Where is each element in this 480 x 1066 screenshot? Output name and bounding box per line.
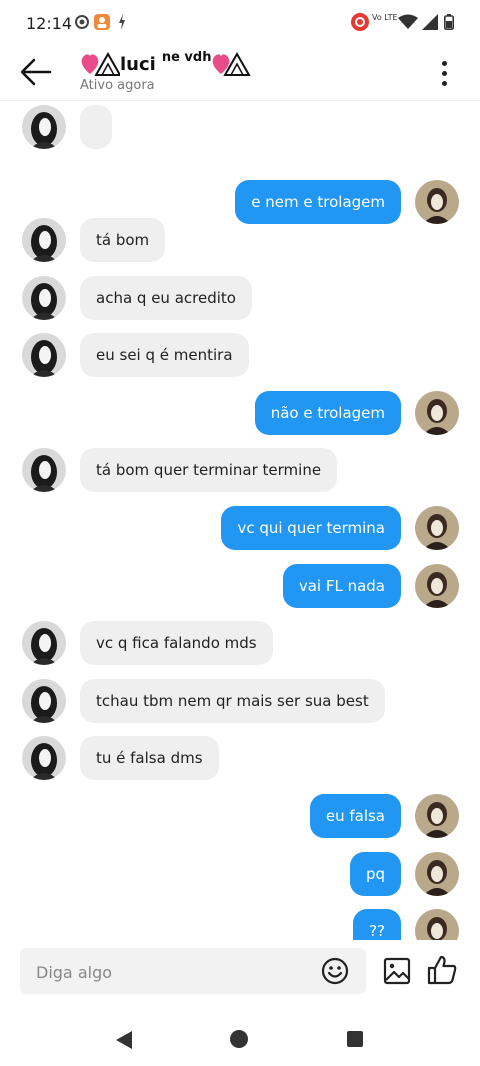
outgoing-message[interactable]: não e trolagem	[254, 391, 459, 435]
incoming-message[interactable]: tá bom	[22, 218, 166, 262]
message-bubble[interactable]: tu é falsa dms	[80, 736, 219, 780]
message-input[interactable]	[34, 948, 318, 996]
contact-name: luci	[120, 54, 156, 75]
message-list[interactable]: e nem e trolagem tá bom acha q eu acredito…	[0, 80, 480, 940]
incoming-message[interactable]: eu sei q é mentira	[22, 333, 249, 377]
battery-icon	[444, 14, 454, 34]
incoming-message[interactable]	[22, 105, 112, 149]
message-bubble[interactable]	[80, 105, 112, 149]
nav-recents-icon[interactable]	[347, 1031, 363, 1047]
nav-home-icon[interactable]	[230, 1030, 248, 1048]
emoji-icon	[321, 957, 349, 985]
header-divider	[0, 100, 480, 101]
battery-saver-icon	[118, 14, 126, 34]
my-avatar[interactable]	[415, 909, 459, 940]
outgoing-message[interactable]: ??	[353, 909, 459, 940]
outgoing-message[interactable]: eu falsa	[309, 794, 459, 838]
emoji-button[interactable]	[320, 956, 350, 986]
like-icon	[427, 955, 457, 985]
message-bubble[interactable]: tchau tbm nem qr mais ser sua best	[80, 679, 385, 723]
message-bubble[interactable]: tá bom	[80, 218, 166, 262]
incoming-message[interactable]: tchau tbm nem qr mais ser sua best	[22, 679, 385, 723]
status-time: 12:14	[26, 14, 73, 33]
like-button[interactable]	[426, 954, 458, 986]
app-notification-icon	[94, 14, 110, 34]
system-nav-bar	[0, 1010, 480, 1066]
status-bar: 12:14 Vo LTE	[0, 0, 480, 46]
message-bubble[interactable]: pq	[349, 852, 401, 896]
message-bubble[interactable]: acha q eu acredito	[80, 276, 252, 320]
record-icon	[350, 12, 370, 36]
nav-back-button[interactable]	[114, 1030, 134, 1054]
contact-avatar[interactable]	[22, 333, 66, 377]
image-icon	[383, 957, 411, 985]
contact-avatar[interactable]	[22, 105, 66, 149]
outgoing-message[interactable]: vc qui quer termina	[221, 506, 459, 550]
message-bubble[interactable]: e nem e trolagem	[235, 180, 401, 224]
chat-title[interactable]: luci ne vdh	[80, 50, 252, 76]
wifi-icon	[398, 14, 418, 34]
location-icon	[74, 14, 90, 34]
contact-name-suffix: ne vdh	[161, 50, 212, 65]
signal-icon	[422, 14, 438, 34]
message-bubble[interactable]: tá bom quer terminar termine	[80, 448, 338, 492]
incoming-message[interactable]: tu é falsa dms	[22, 736, 219, 780]
outgoing-message[interactable]: e nem e trolagem	[235, 180, 459, 224]
volte-label: Vo LTE	[372, 13, 398, 22]
my-avatar[interactable]	[415, 794, 459, 838]
my-avatar[interactable]	[415, 852, 459, 896]
my-avatar[interactable]	[415, 180, 459, 224]
outgoing-message[interactable]: pq	[349, 852, 459, 896]
more-vert-icon	[441, 61, 447, 66]
my-avatar[interactable]	[415, 391, 459, 435]
message-bubble[interactable]: eu falsa	[309, 794, 401, 838]
contact-avatar[interactable]	[22, 218, 66, 262]
incoming-message[interactable]: vc q fica falando mds	[22, 621, 273, 665]
outgoing-message[interactable]: vai FL nada	[282, 564, 459, 608]
my-avatar[interactable]	[415, 506, 459, 550]
message-bubble[interactable]: vc qui quer termina	[221, 506, 401, 550]
my-avatar[interactable]	[415, 564, 459, 608]
message-bubble[interactable]: vc q fica falando mds	[80, 621, 273, 665]
message-bubble[interactable]: não e trolagem	[254, 391, 401, 435]
message-bubble[interactable]: ??	[353, 909, 401, 940]
message-composer[interactable]	[20, 948, 366, 996]
heart-emoji-icon	[211, 50, 252, 82]
incoming-message[interactable]: acha q eu acredito	[22, 276, 252, 320]
contact-avatar[interactable]	[22, 621, 66, 665]
contact-avatar[interactable]	[22, 448, 66, 492]
gallery-button[interactable]	[382, 956, 412, 986]
contact-avatar[interactable]	[22, 679, 66, 723]
contact-avatar[interactable]	[22, 736, 66, 780]
incoming-message[interactable]: tá bom quer terminar termine	[22, 448, 338, 492]
contact-avatar[interactable]	[22, 276, 66, 320]
message-bubble[interactable]: eu sei q é mentira	[80, 333, 249, 377]
message-bubble[interactable]: vai FL nada	[282, 564, 401, 608]
nav-back-icon	[116, 1031, 132, 1049]
